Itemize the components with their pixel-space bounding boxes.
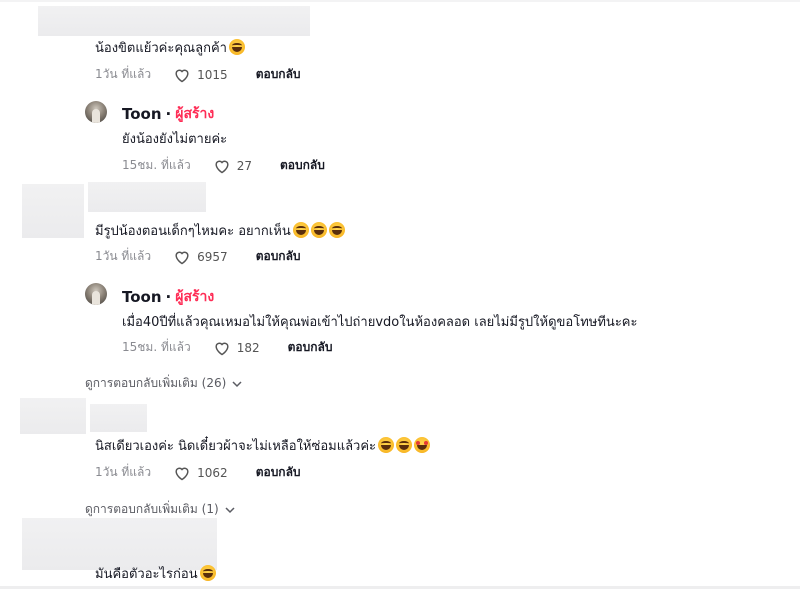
blurred-username xyxy=(38,6,310,36)
blurred-avatar xyxy=(22,184,84,238)
reply-button[interactable]: ตอบกลับ xyxy=(256,247,301,266)
view-more-label: ดูการตอบกลับเพิ่มเติม (1) xyxy=(85,502,219,516)
comment-meta: 1วัน ที่แล้ว 1015 ตอบกลับ xyxy=(95,65,301,84)
comment-meta: 1วัน ที่แล้ว 1062 ตอบกลับ xyxy=(95,463,301,482)
grinning-emoji-icon xyxy=(292,222,309,238)
reply-text: ยังน้องยังไม่ตายค่ะ xyxy=(122,132,228,147)
heart-eyes-emoji-icon xyxy=(414,437,431,453)
separator-dot: · xyxy=(165,105,172,123)
timestamp: 1วัน ที่แล้ว xyxy=(95,67,152,81)
blurred-username xyxy=(90,404,147,432)
blurred-avatar xyxy=(20,398,86,434)
timestamp: 15ชม. ที่แล้ว xyxy=(122,158,191,172)
rolling-laughing-emoji-icon xyxy=(199,565,216,581)
reply-meta: 15ชม. ที่แล้ว 182 ตอบกลับ xyxy=(122,338,332,357)
timestamp: 1วัน ที่แล้ว xyxy=(95,249,152,263)
comment-meta: 1วัน ที่แล้ว 6957 ตอบกลับ xyxy=(95,247,301,266)
grinning-emoji-icon xyxy=(310,222,327,238)
reply-button[interactable]: ตอบกลับ xyxy=(256,463,301,482)
timestamp: 15ชม. ที่แล้ว xyxy=(122,340,191,354)
avatar[interactable] xyxy=(85,101,107,123)
heart-outline-icon xyxy=(215,342,229,355)
like-count: 27 xyxy=(236,158,252,173)
reply-text: เมื่อ40ปีที่แล้วคุณเหมอไม่ให้คุณพ่อเข้าไ… xyxy=(122,315,638,330)
comment-text: มีรูปน้องตอนเด็กๆไหมคะ อยากเห็น xyxy=(95,220,345,241)
like-count: 182 xyxy=(236,340,260,355)
like-button[interactable]: 182 xyxy=(213,340,288,356)
grinning-emoji-icon xyxy=(378,437,395,453)
view-more-replies[interactable]: ดูการตอบกลับเพิ่มเติม (1) xyxy=(85,500,235,519)
grinning-emoji-icon xyxy=(328,222,345,238)
chevron-down-icon xyxy=(232,380,242,387)
like-count: 1015 xyxy=(197,67,228,82)
chevron-down-icon xyxy=(225,506,235,513)
view-more-replies[interactable]: ดูการตอบกลับเพิ่มเติม (26) xyxy=(85,374,242,393)
comment-text: มันคือตัวอะไรก่อน xyxy=(95,563,216,584)
reply-button[interactable]: ตอบกลับ xyxy=(280,156,325,175)
reply-author-row: Toon · ผู้สร้าง xyxy=(122,286,214,308)
creator-badge: ผู้สร้าง xyxy=(175,106,215,122)
comment-text: น้องขิตแย้วค่ะคุณลูกค้า xyxy=(95,37,245,58)
heart-outline-icon xyxy=(215,160,229,173)
timestamp: 1วัน ที่แล้ว xyxy=(95,465,152,479)
reply-meta: 15ชม. ที่แล้ว 27 ตอบกลับ xyxy=(122,156,325,175)
reply-button[interactable]: ตอบกลับ xyxy=(288,338,333,357)
heart-outline-icon xyxy=(175,467,189,480)
author-name[interactable]: Toon xyxy=(122,288,162,306)
like-count: 6957 xyxy=(197,249,228,264)
like-button[interactable]: 1015 xyxy=(173,67,256,83)
view-more-label: ดูการตอบกลับเพิ่มเติม (26) xyxy=(85,376,227,390)
reply-button[interactable]: ตอบกลับ xyxy=(256,65,301,84)
comment-text: นิสเดียวเองค่ะ นิดเดี๋ยวผ้าจะไม่เหลือให้… xyxy=(95,435,431,456)
reply-author-row: Toon · ผู้สร้าง xyxy=(122,103,214,125)
grinning-emoji-icon xyxy=(228,39,245,55)
creator-badge: ผู้สร้าง xyxy=(175,289,215,305)
grinning-emoji-icon xyxy=(396,437,413,453)
like-count: 1062 xyxy=(197,465,228,480)
top-divider xyxy=(0,0,800,2)
like-button[interactable]: 27 xyxy=(213,158,280,174)
like-button[interactable]: 6957 xyxy=(173,249,256,265)
avatar[interactable] xyxy=(85,283,107,305)
like-button[interactable]: 1062 xyxy=(173,465,256,481)
blurred-username xyxy=(88,182,206,212)
separator-dot: · xyxy=(165,288,172,306)
heart-outline-icon xyxy=(175,69,189,82)
heart-outline-icon xyxy=(175,251,189,264)
author-name[interactable]: Toon xyxy=(122,105,162,123)
